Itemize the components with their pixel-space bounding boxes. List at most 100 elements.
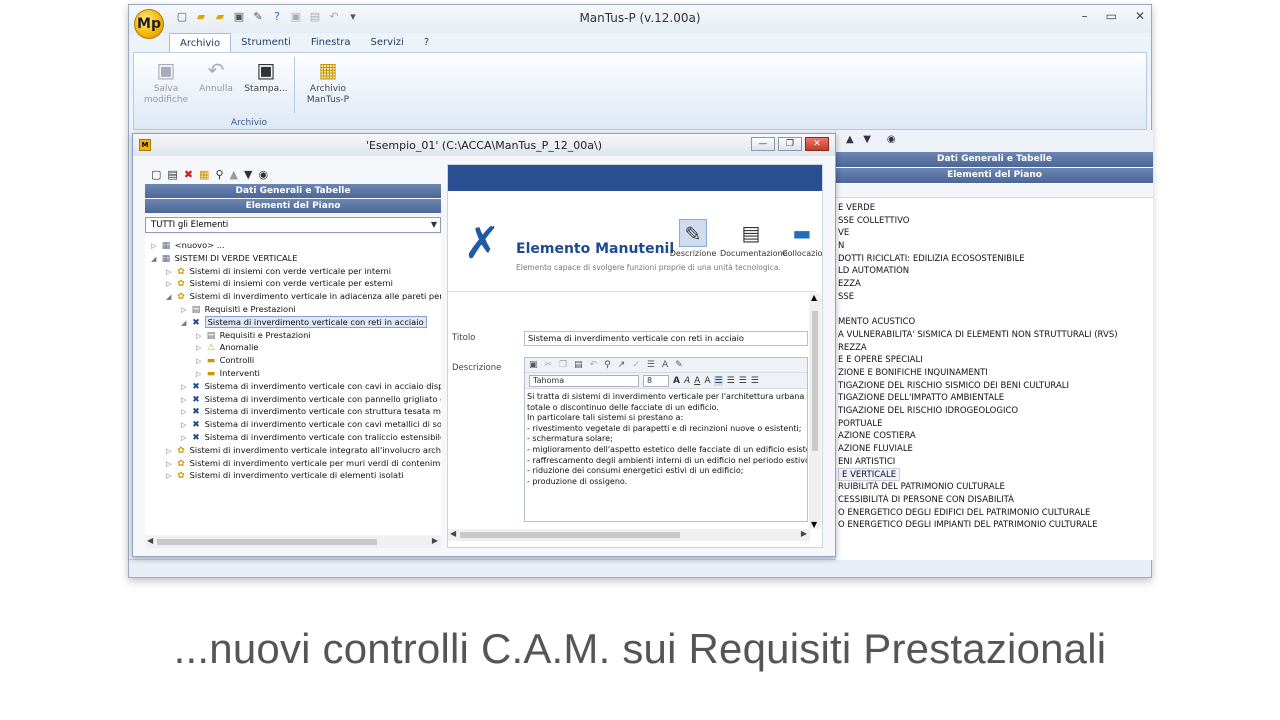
undo-icon[interactable]: ↶ (590, 360, 598, 370)
tree-node[interactable]: ▷ ▬ Controlli (196, 354, 254, 367)
background-list-item[interactable]: RUIBILITÀ DEL PATRIMONIO CULTURALE (838, 481, 1153, 494)
background-band-general[interactable]: Dati Generali e Tabelle (836, 152, 1153, 167)
minimize-button[interactable]: — (751, 137, 775, 151)
copy-icon[interactable]: ❐ (559, 360, 567, 370)
maximize-icon[interactable]: ▭ (1106, 9, 1117, 23)
align-right-icon[interactable]: ☰ (739, 376, 747, 386)
background-list-item[interactable]: AZIONE FLUVIALE (838, 443, 1153, 456)
band-plan-elements[interactable]: Elementi del Piano (145, 199, 441, 213)
detail-vertical-scrollbar[interactable]: ▲ ▼ (809, 293, 821, 529)
view-icon[interactable]: ◉ (258, 168, 268, 181)
save-disabled-icon[interactable]: ▣ (289, 10, 303, 24)
help-icon[interactable]: ? (270, 10, 284, 24)
background-list-item[interactable]: DOTTI RICICLATI: EDILIZIA ECOSOSTENIBILE (838, 253, 1153, 266)
minimize-icon[interactable]: – (1082, 9, 1088, 23)
tab-finestra[interactable]: Finestra (301, 33, 361, 53)
cut-icon[interactable]: ✂ (545, 360, 553, 370)
scroll-down-icon[interactable]: ▼ (811, 520, 817, 529)
background-list-item[interactable]: ZIONE E BONIFICHE INQUINAMENTI (838, 367, 1153, 380)
new-file-icon[interactable]: ▢ (175, 10, 189, 24)
spellcheck-icon[interactable]: ✓ (632, 360, 640, 370)
element-filter-select[interactable]: TUTTI gli Elementi ▼ (145, 217, 441, 233)
tree-node[interactable]: ▷ ▬ Interventi (196, 367, 260, 380)
font-size-select[interactable]: 8 (643, 374, 669, 387)
background-list-item[interactable]: LD AUTOMATION (838, 265, 1153, 278)
print-icon[interactable]: ▣ (529, 360, 538, 370)
align-left-icon[interactable]: ☰ (714, 375, 723, 386)
background-list-item[interactable]: O ENERGETICO DEGLI IMPIANTI DEL PATRIMON… (838, 519, 1153, 532)
background-filter[interactable] (836, 184, 1153, 198)
strikethrough-icon[interactable]: A (704, 376, 710, 386)
segment-descrizione[interactable]: ✎ Descrizione (668, 219, 718, 258)
move-down-icon[interactable]: ▼ (863, 134, 871, 145)
scroll-thumb[interactable] (157, 539, 377, 545)
scroll-right-icon[interactable]: ▶ (801, 529, 807, 538)
find-icon[interactable]: ⚲ (215, 168, 223, 181)
description-editor[interactable]: ▣ ✂ ❐ ▤ ↶ ⚲ ↗ ✓ ☰ A ✎ Tahoma 8 A A A A ☰… (524, 357, 808, 522)
undo-icon[interactable]: ↶ (327, 10, 341, 24)
delete-icon[interactable]: ✖ (184, 168, 193, 181)
background-list-item[interactable]: E VERTICALE (838, 468, 1153, 482)
background-list-item[interactable] (838, 304, 1153, 317)
italic-icon[interactable]: A (684, 376, 690, 386)
background-list-item[interactable]: CESSIBILITÀ DI PERSONE CON DISABILITÀ (838, 494, 1153, 507)
scroll-up-icon[interactable]: ▲ (811, 293, 817, 302)
band-general-data[interactable]: Dati Generali e Tabelle (145, 184, 441, 198)
tree-node[interactable]: ◢ ✖ Sistema di inverdimento verticale con… (181, 315, 427, 330)
scroll-left-icon[interactable]: ◀ (450, 529, 456, 538)
move-up-icon[interactable]: ▲ (846, 134, 854, 145)
background-list-item[interactable]: EZZA (838, 278, 1153, 291)
tree-node[interactable]: ▷ ▤ Requisiti e Prestazioni (196, 329, 311, 342)
tree-node[interactable]: ▷ ✿ Sistemi di inverdimento verticale di … (166, 469, 404, 482)
tree-node[interactable]: ▷ ✿ Sistemi di insiemi con verde vertical… (166, 265, 391, 278)
tree-horizontal-scrollbar[interactable]: ◀ ▶ (145, 536, 441, 548)
collapse-arrow-icon[interactable]: ◢ (151, 253, 160, 266)
title-input[interactable]: Sistema di inverdimento verticale con re… (524, 331, 808, 346)
save-changes-button[interactable]: ▣ Salva modifiche (140, 59, 192, 106)
tree-node[interactable]: ▷ ✖ Sistema di inverdimento verticale con… (181, 418, 441, 431)
background-list-item[interactable]: A VULNERABILITA' SISMICA DI ELEMENTI NON… (838, 329, 1153, 342)
font-color-icon[interactable]: A (662, 360, 668, 370)
view-icon[interactable]: ◉ (887, 134, 896, 145)
tree-node[interactable]: ▷ ✖ Sistema di inverdimento verticale con… (181, 380, 441, 393)
background-list-item[interactable]: SSE COLLETTIVO (838, 215, 1153, 228)
background-list-item[interactable]: TIGAZIONE DEL RISCHIO IDROGEOLOGICO (838, 405, 1153, 418)
restore-button[interactable]: ❐ (778, 137, 802, 151)
close-icon[interactable]: ✕ (1135, 9, 1145, 23)
bold-icon[interactable]: A (673, 376, 680, 386)
collapse-arrow-icon[interactable]: ◢ (181, 317, 190, 330)
expand-arrow-icon[interactable]: ▷ (166, 470, 175, 483)
print-icon[interactable]: ▣ (232, 10, 246, 24)
scroll-right-icon[interactable]: ▶ (432, 536, 438, 545)
tree-node[interactable]: ◢ ▦ SISTEMI DI VERDE VERTICALE (151, 252, 298, 265)
open-folder-icon[interactable]: ▰ (194, 10, 208, 24)
collapse-arrow-icon[interactable]: ◢ (166, 291, 175, 304)
segment-collocazione[interactable]: ▬ Collocazio (782, 219, 822, 258)
background-list-item[interactable]: SSE (838, 291, 1153, 304)
tree-node[interactable]: ▷ ✖ Sistema di inverdimento verticale con… (181, 393, 441, 406)
tree-node[interactable]: ▷ ✿ Sistemi di inverdimento verticale per… (166, 457, 441, 470)
justify-icon[interactable]: ☰ (751, 376, 759, 386)
background-list-item[interactable]: MENTO ACUSTICO (838, 316, 1153, 329)
background-list-item[interactable]: E E OPERE SPECIALI (838, 354, 1153, 367)
tree-node[interactable]: ◢ ✿ Sistemi di inverdimento verticale in … (166, 290, 441, 303)
scroll-left-icon[interactable]: ◀ (147, 536, 153, 545)
tools-small-icon[interactable]: ✎ (251, 10, 265, 24)
save-icon[interactable]: ▤ (308, 10, 322, 24)
background-list-item[interactable]: O ENERGETICO DEGLI EDIFICI DEL PATRIMONI… (838, 507, 1153, 520)
duplicate-icon[interactable]: ▤ (167, 168, 177, 181)
align-center-icon[interactable]: ☰ (727, 376, 735, 386)
font-select[interactable]: Tahoma (529, 374, 639, 387)
print-button[interactable]: ▣ Stampa... (240, 59, 292, 95)
archive-button[interactable]: ▦ Archivio ManTus-P (302, 59, 354, 106)
close-button[interactable]: ✕ (805, 137, 829, 151)
scroll-thumb[interactable] (460, 532, 680, 538)
list-icon[interactable]: ☰ (647, 360, 655, 370)
background-list-item[interactable]: REZZA (838, 342, 1153, 355)
background-list-item[interactable]: E VERDE (838, 202, 1153, 215)
folder-icon[interactable]: ▰ (213, 10, 227, 24)
scroll-thumb[interactable] (812, 311, 818, 451)
background-list-item[interactable]: N (838, 240, 1153, 253)
underline-icon[interactable]: A (694, 376, 700, 386)
background-list-item[interactable]: TIGAZIONE DEL RISCHIO SISMICO DEI BENI C… (838, 380, 1153, 393)
